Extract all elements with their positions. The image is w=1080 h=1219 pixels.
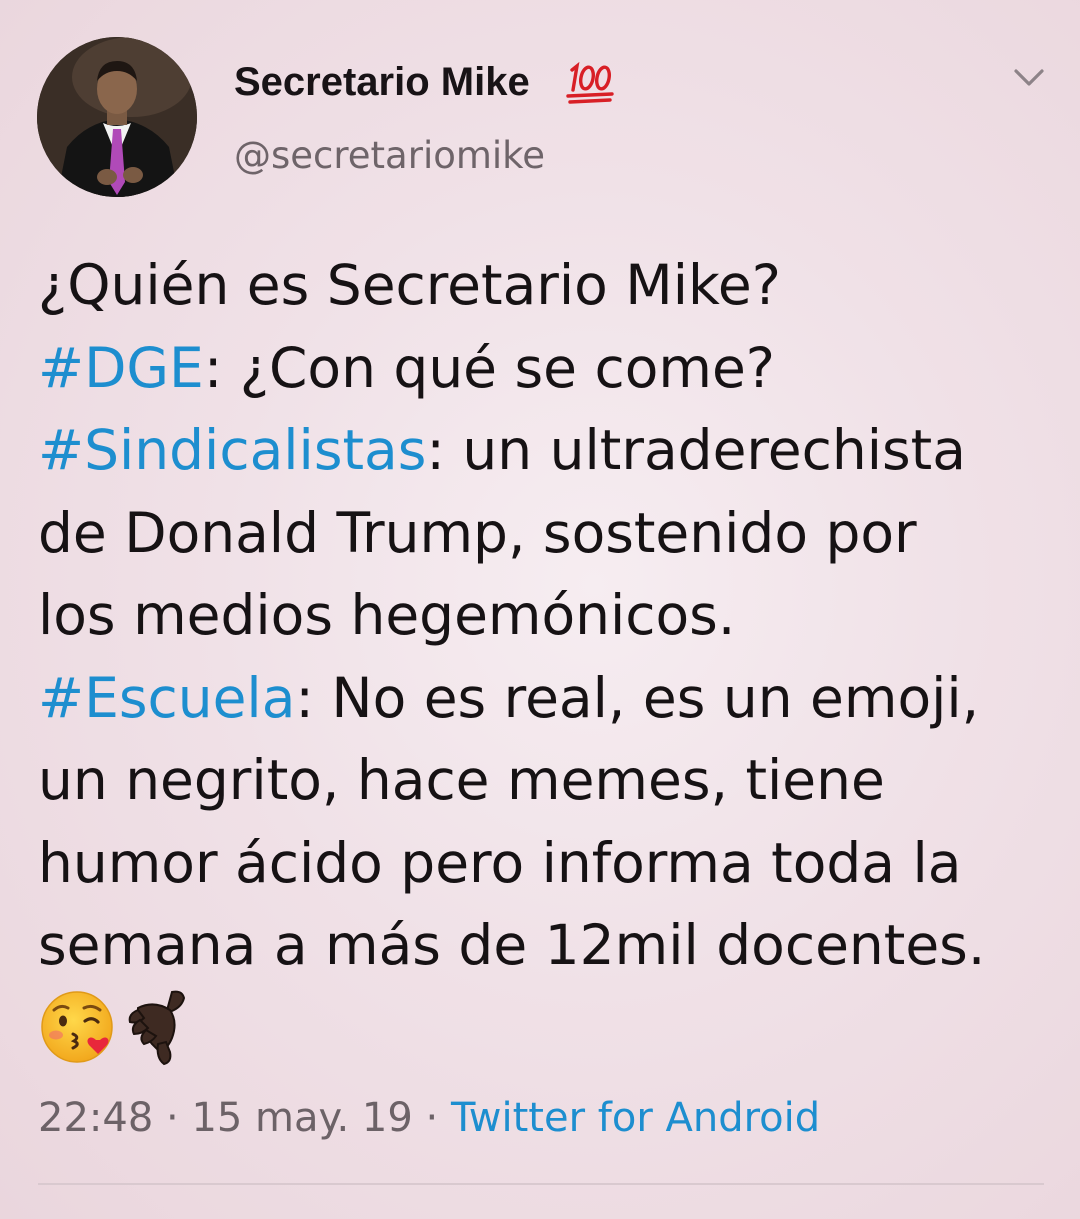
face-blowing-kiss-icon <box>41 991 113 1063</box>
tweet-text-segment: : un ultraderechista <box>426 418 966 482</box>
tweet-line: un negrito, hace memes, tiene <box>38 739 1058 822</box>
avatar[interactable] <box>37 37 197 197</box>
display-name[interactable]: Secretario Mike <box>234 58 530 106</box>
meta-separator: · <box>153 1095 192 1141</box>
tweet-line: semana a más de 12mil docentes. <box>38 904 1058 987</box>
tweet-line: los medios hegemónicos. <box>38 574 1058 657</box>
avatar-photo <box>37 37 197 197</box>
hundred-points-icon <box>566 61 614 104</box>
tweet-text-segment: humor ácido pero informa toda la <box>38 830 962 895</box>
hashtag-link[interactable]: #DGE <box>38 336 204 400</box>
tweet-text-segment: un negrito, hace memes, tiene <box>38 748 885 812</box>
tweet-text: ¿Quién es Secretario Mike? #DGE: ¿Con qué… <box>38 244 1058 987</box>
hashtag-link[interactable]: #Escuela <box>38 666 295 730</box>
tweet-line: #DGE: ¿Con qué se come? <box>38 327 1058 410</box>
tweet-text-segment: : No es real, es un emoji, <box>295 665 980 730</box>
hashtag-link[interactable]: #Sindicalistas <box>38 418 426 482</box>
tweet-text-segment: ¿Quién es Secretario Mike? <box>38 253 781 317</box>
tweet-line: de Donald Trump, sostenido por <box>38 492 1058 575</box>
tweet-line: #Sindicalistas: un ultraderechista <box>38 409 1058 492</box>
meta-separator: · <box>412 1095 451 1141</box>
tweet-line: #Escuela: No es real, es un emoji, <box>38 657 1058 740</box>
tweet-meta: 22:48 · 15 may. 19 · Twitter for Android <box>38 1093 820 1143</box>
tweet-line: ¿Quién es Secretario Mike? <box>38 244 1058 327</box>
tweet-text-segment: los medios hegemónicos. <box>38 583 736 647</box>
tweet-text-segment: semana a más de 12mil docentes. <box>38 913 986 977</box>
call-me-hand-icon <box>128 990 186 1066</box>
divider <box>38 1183 1044 1185</box>
user-handle[interactable]: @secretariomike <box>234 133 545 179</box>
tweet-text-segment: de Donald Trump, sostenido por <box>38 500 917 565</box>
tweet-line: humor ácido pero informa toda la <box>38 822 1058 905</box>
tweet-source-link[interactable]: Twitter for Android <box>451 1095 820 1141</box>
chevron-down-icon[interactable] <box>1012 66 1046 90</box>
tweet-time[interactable]: 22:48 <box>38 1095 153 1141</box>
tweet-text-segment: : ¿Con qué se come? <box>203 335 775 400</box>
tweet-date[interactable]: 15 may. 19 <box>191 1095 412 1141</box>
